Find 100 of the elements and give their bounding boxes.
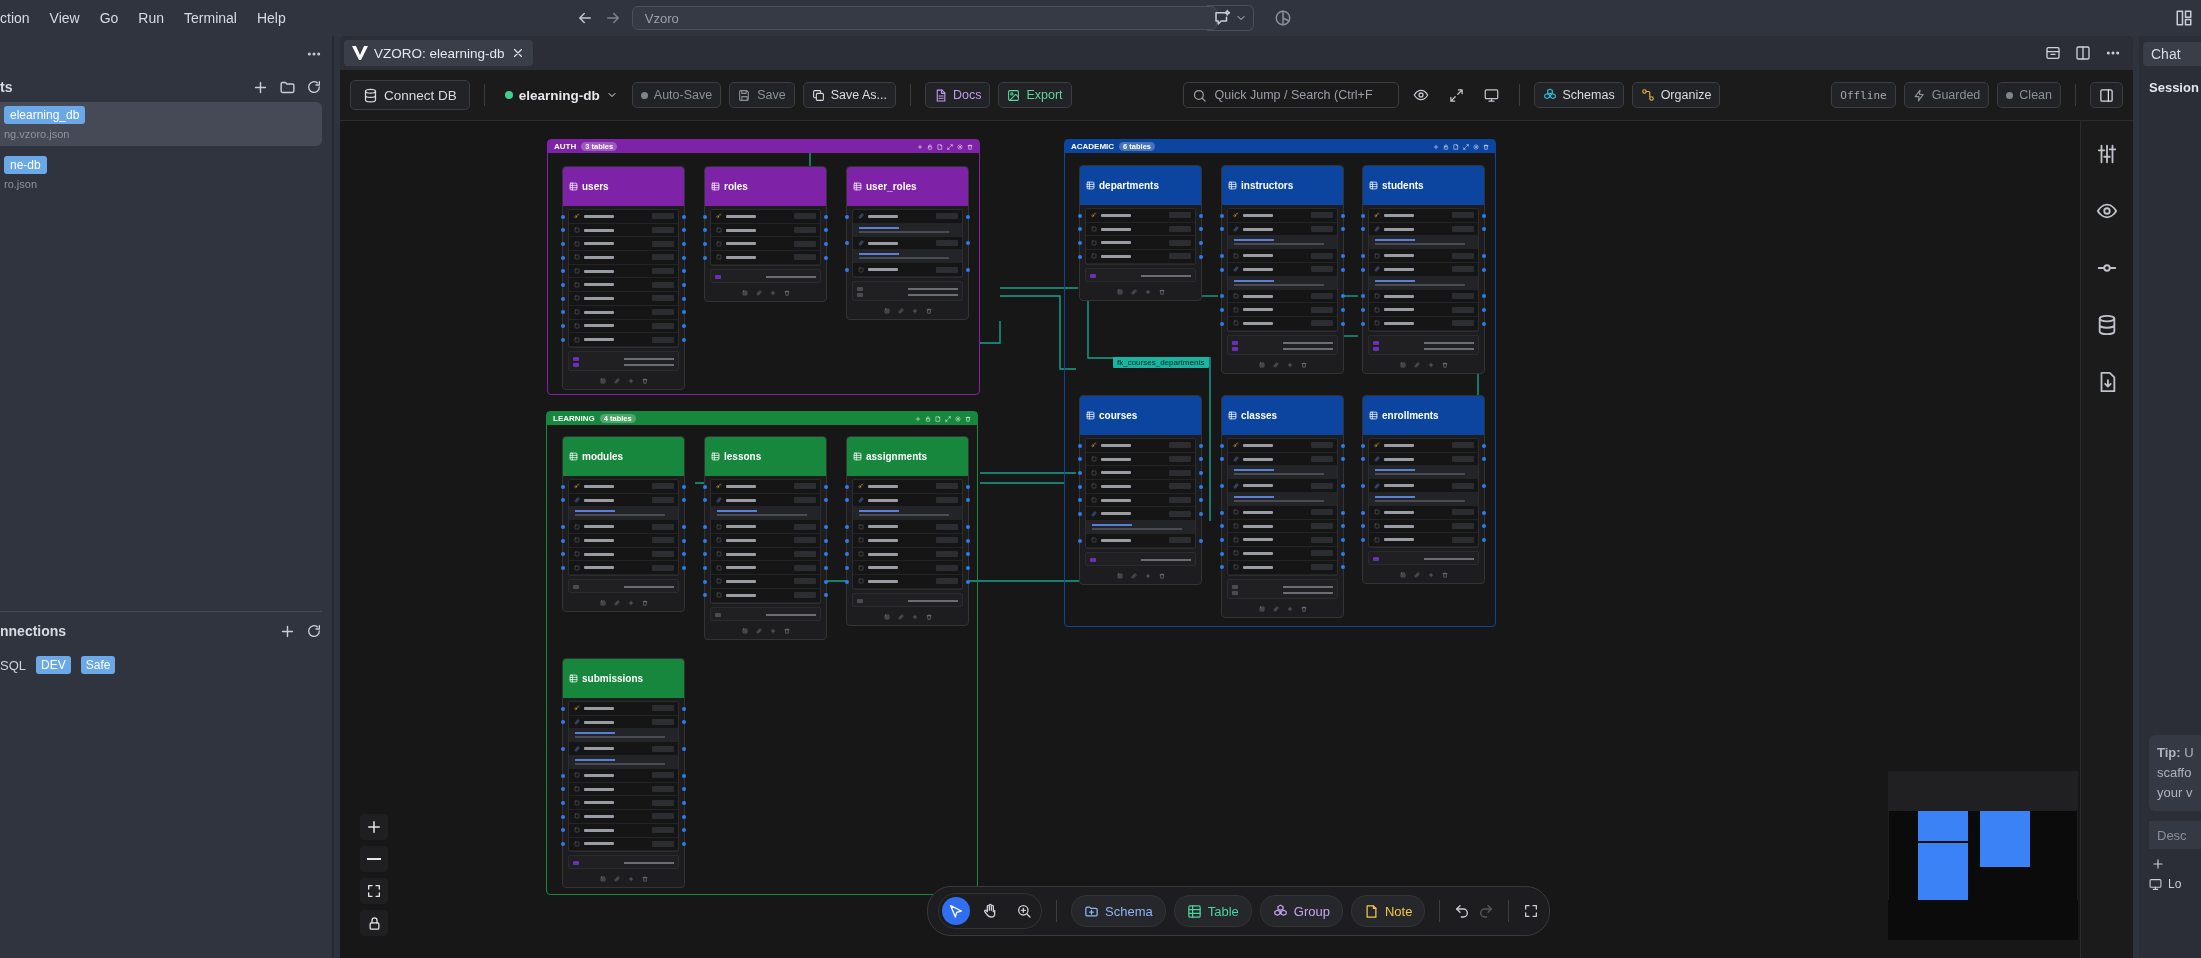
add-note-button[interactable]: Note [1350, 895, 1426, 927]
connection-handle[interactable] [1482, 227, 1486, 232]
connection-handle[interactable] [845, 538, 849, 543]
connection-handle[interactable] [845, 267, 849, 272]
trash-icon[interactable] [641, 876, 648, 883]
menu-item[interactable]: Go [89, 10, 129, 26]
trash-icon[interactable] [783, 289, 790, 296]
gear-icon[interactable] [957, 143, 963, 150]
connection-handle[interactable] [966, 552, 970, 557]
editor-tab[interactable]: VZORO: elearning-db [344, 40, 533, 66]
connection-handle[interactable] [682, 214, 686, 219]
refresh-icon[interactable] [306, 79, 322, 95]
monitor-icon[interactable] [1483, 87, 1499, 103]
connection-handle[interactable] [1220, 457, 1224, 462]
split-icon[interactable] [2075, 45, 2091, 61]
connection-handle[interactable] [1341, 510, 1345, 515]
connection-handle[interactable] [1078, 227, 1082, 232]
connection-handle[interactable] [1199, 470, 1203, 475]
refresh-icon[interactable] [306, 623, 322, 639]
connection-handle[interactable] [1341, 253, 1345, 258]
connection-handle[interactable] [966, 524, 970, 529]
connection-handle[interactable] [682, 814, 686, 819]
connection-handle[interactable] [561, 720, 565, 725]
connection-handle[interactable] [1341, 321, 1345, 326]
connection-handle[interactable] [1199, 254, 1203, 259]
trash-icon[interactable] [641, 377, 648, 384]
table-card[interactable]: classes [1221, 395, 1344, 618]
connection-handle[interactable] [824, 241, 828, 246]
connection-handle[interactable] [703, 484, 707, 489]
layout-icon[interactable] [2045, 45, 2061, 61]
connection-handle[interactable] [703, 524, 707, 529]
trash-icon[interactable] [1441, 361, 1448, 368]
auto-save-toggle[interactable]: Auto-Save [631, 82, 722, 108]
undo-button[interactable] [1454, 903, 1471, 919]
connection-handle[interactable] [561, 842, 565, 846]
table-card[interactable]: assignments [846, 436, 969, 626]
connection-handle[interactable] [1361, 524, 1365, 529]
menu-item[interactable]: ction [0, 10, 40, 26]
eye-icon[interactable] [1412, 87, 1429, 103]
connection-handle[interactable] [682, 565, 686, 570]
connection-handle[interactable] [1482, 457, 1486, 462]
menu-item[interactable]: Terminal [174, 10, 247, 26]
chat-tab[interactable]: Chat [2143, 42, 2201, 66]
lock-button[interactable] [360, 910, 388, 936]
connection-handle[interactable] [1220, 321, 1224, 326]
search-field[interactable]: Quick Jump / Search (Ctrl+F [1182, 82, 1399, 108]
connection-handle[interactable] [1220, 524, 1224, 529]
connection-handle[interactable] [1199, 484, 1203, 489]
connection-handle[interactable] [1078, 213, 1082, 218]
connection-handle[interactable] [682, 282, 686, 287]
table-card[interactable]: enrollments [1362, 395, 1485, 585]
connection-handle[interactable] [1361, 457, 1365, 462]
message-field[interactable]: Desc [2149, 821, 2201, 849]
export-button[interactable]: Export [998, 82, 1072, 108]
connection-handle[interactable] [1341, 483, 1345, 488]
table-card[interactable]: roles [704, 166, 827, 302]
gear-icon[interactable] [955, 415, 961, 422]
connection-handle[interactable] [561, 241, 565, 246]
connection-handle[interactable] [1482, 307, 1486, 312]
connection-handle[interactable] [845, 241, 849, 246]
connection-handle[interactable] [561, 565, 565, 570]
connection-handle[interactable] [1341, 443, 1345, 448]
connection-handle[interactable] [561, 310, 565, 315]
trash-icon[interactable] [641, 600, 648, 607]
connection-handle[interactable] [561, 814, 565, 819]
connection-handle[interactable] [682, 552, 686, 557]
connection-name[interactable]: SQL [0, 657, 26, 673]
connection-handle[interactable] [703, 565, 707, 570]
connection-handle[interactable] [1220, 537, 1224, 542]
fit-view-button[interactable] [360, 878, 388, 904]
connection-handle[interactable] [1078, 443, 1082, 448]
table-card[interactable]: modules [562, 436, 685, 613]
connection-handle[interactable] [1220, 227, 1224, 232]
connection-handle[interactable] [682, 296, 686, 301]
connection-handle[interactable] [966, 565, 970, 570]
connection-handle[interactable] [1199, 227, 1203, 232]
connection-handle[interactable] [561, 484, 565, 489]
connection-handle[interactable] [561, 498, 565, 503]
connection-handle[interactable] [561, 324, 565, 328]
connection-handle[interactable] [824, 255, 828, 260]
connection-handle[interactable] [845, 498, 849, 503]
connection-handle[interactable] [824, 565, 828, 570]
connection-handle[interactable] [824, 498, 828, 503]
connection-handle[interactable] [824, 484, 828, 489]
database-icon[interactable] [2096, 314, 2118, 336]
table-card[interactable]: departments [1079, 165, 1202, 301]
connection-handle[interactable] [1078, 254, 1082, 259]
connection-handle[interactable] [1341, 537, 1345, 542]
connection-handle[interactable] [1199, 498, 1203, 503]
connection-handle[interactable] [1078, 457, 1082, 462]
add-table-button[interactable]: Table [1173, 895, 1252, 927]
minimap[interactable] [1888, 771, 2078, 940]
expand-icon[interactable] [1448, 87, 1464, 103]
connection-handle[interactable] [561, 524, 565, 529]
connection-handle[interactable] [682, 720, 686, 725]
connection-handle[interactable] [1482, 253, 1486, 258]
connection-handle[interactable] [561, 269, 565, 274]
trash-icon[interactable] [1300, 361, 1307, 368]
connection-handle[interactable] [966, 579, 970, 584]
trash-icon[interactable] [783, 627, 790, 634]
